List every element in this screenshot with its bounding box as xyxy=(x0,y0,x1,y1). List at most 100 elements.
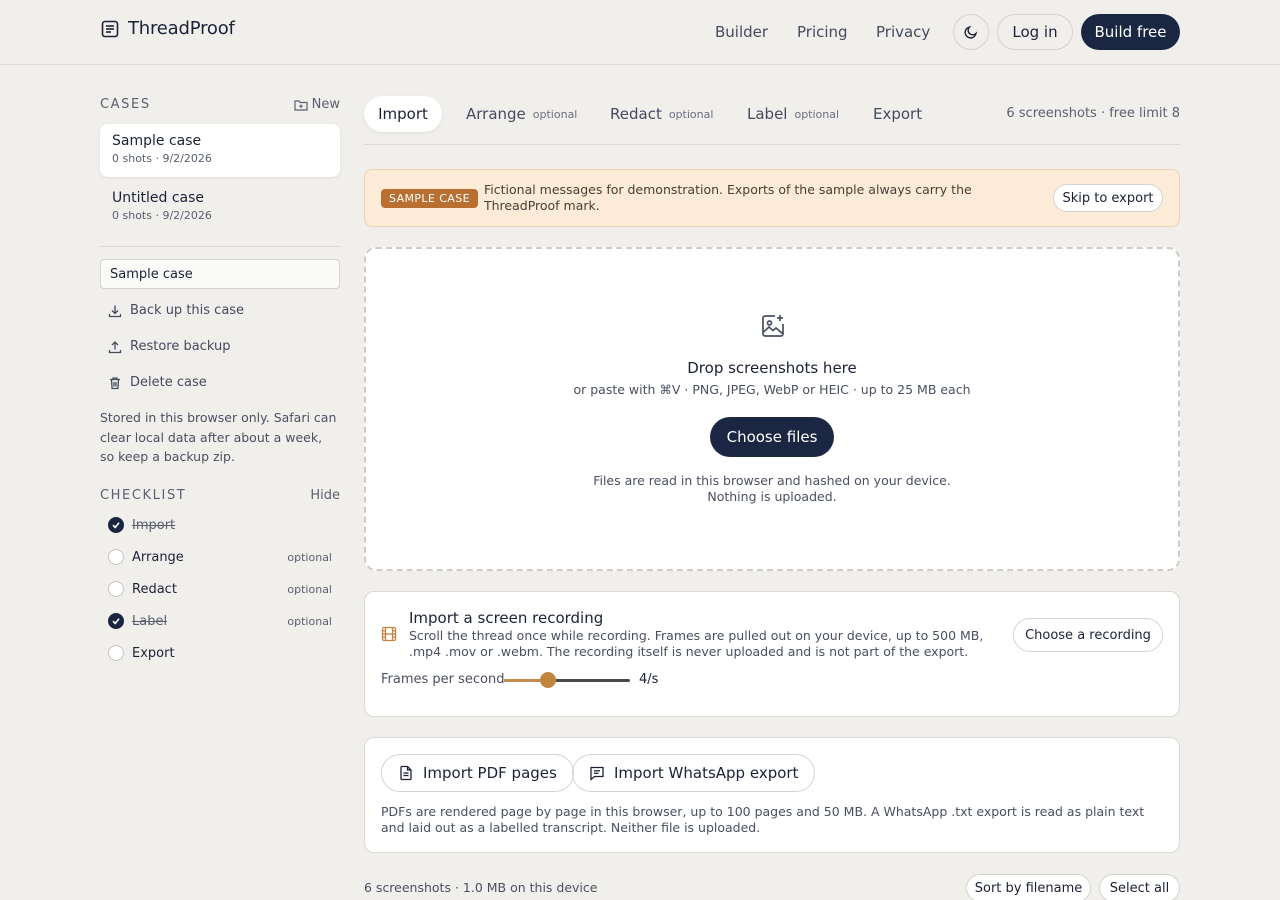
choose-files-button[interactable]: Choose files xyxy=(710,417,834,457)
checklist-item-arrange[interactable]: Arrange optional xyxy=(108,548,332,566)
document-list-icon xyxy=(100,19,120,39)
checklist-optional: optional xyxy=(287,550,332,564)
dropzone-privacy-note: Files are read in this browser and hashe… xyxy=(366,473,1178,505)
choose-recording-button[interactable]: Choose a recording xyxy=(1013,618,1163,652)
checklist-optional: optional xyxy=(287,582,332,596)
checklist-item-import[interactable]: Import xyxy=(108,516,332,534)
upload-icon xyxy=(108,340,122,354)
sidebar-divider xyxy=(100,246,340,247)
other-imports-card: Import PDF pages Import WhatsApp export … xyxy=(364,737,1180,853)
film-icon xyxy=(381,626,397,642)
delete-case-label: Delete case xyxy=(130,375,207,390)
select-all-button[interactable]: Select all xyxy=(1099,874,1180,900)
tab-label-step[interactable]: Label optional xyxy=(747,96,839,132)
dropzone-note-line2: Nothing is uploaded. xyxy=(707,489,837,504)
import-whatsapp-button[interactable]: Import WhatsApp export xyxy=(572,754,816,792)
tab-optional: optional xyxy=(532,107,578,121)
screenshot-dropzone[interactable]: Drop screenshots here or paste with ⌘V ·… xyxy=(364,247,1180,571)
screen-recording-card: Import a screen recording Scroll the thr… xyxy=(364,591,1180,717)
dropzone-title: Drop screenshots here xyxy=(687,359,857,377)
case-name-input[interactable] xyxy=(100,259,340,289)
empty-circle-icon xyxy=(108,581,124,597)
checklist-item-label[interactable]: Label optional xyxy=(108,612,332,630)
new-case-button[interactable]: New xyxy=(294,97,340,112)
tab-label: Export xyxy=(873,105,923,123)
build-free-button[interactable]: Build free xyxy=(1081,14,1180,50)
tab-arrange[interactable]: Arrange optional xyxy=(466,96,577,132)
case-meta: 0 shots · 9/2/2026 xyxy=(112,152,212,165)
import-pdf-button[interactable]: Import PDF pages xyxy=(381,754,574,792)
slider-thumb[interactable] xyxy=(540,672,556,688)
moon-icon xyxy=(963,24,979,40)
tab-label: Import xyxy=(378,105,428,123)
storage-note: Stored in this browser only. Safari can … xyxy=(100,410,337,464)
checkmark-icon xyxy=(108,613,124,629)
backup-case-button[interactable]: Back up this case xyxy=(108,303,244,318)
tab-label: Redact xyxy=(610,105,662,123)
recording-title: Import a screen recording xyxy=(409,609,604,627)
theme-toggle-button[interactable] xyxy=(953,14,989,50)
checklist-optional: optional xyxy=(287,614,332,628)
checklist-label: Arrange xyxy=(132,549,184,565)
nav-builder[interactable]: Builder xyxy=(715,23,768,41)
checklist-label: Redact xyxy=(132,581,177,597)
empty-circle-icon xyxy=(108,549,124,565)
tab-optional: optional xyxy=(794,107,840,121)
checklist-heading: CHECKLIST xyxy=(100,488,187,503)
checklist-label: Import xyxy=(132,517,176,533)
case-item-sample[interactable]: Sample case 0 shots · 9/2/2026 xyxy=(100,124,340,177)
new-case-label: New xyxy=(311,97,340,112)
folder-plus-icon xyxy=(294,99,308,111)
login-button[interactable]: Log in xyxy=(997,14,1073,50)
checklist-label: Export xyxy=(132,645,175,661)
sample-case-badge: SAMPLE CASE xyxy=(381,189,478,208)
backup-case-label: Back up this case xyxy=(130,303,245,318)
tab-export[interactable]: Export xyxy=(873,96,922,132)
case-item-untitled[interactable]: Untitled case 0 shots · 9/2/2026 xyxy=(100,181,340,234)
brand-logo[interactable]: ThreadProof xyxy=(100,18,235,39)
screenshots-storage-count: 6 screenshots · 1.0 MB on this device xyxy=(364,880,598,895)
message-square-icon xyxy=(589,765,605,781)
tabs-divider xyxy=(364,144,1180,145)
case-name: Untitled case xyxy=(112,190,205,206)
fps-value: 4/s xyxy=(639,672,659,687)
trash-icon xyxy=(108,376,122,390)
cases-heading: CASES xyxy=(100,97,151,112)
restore-backup-button[interactable]: Restore backup xyxy=(108,339,230,354)
sort-by-filename-button[interactable]: Sort by filename xyxy=(966,874,1091,900)
fps-label: Frames per second xyxy=(381,672,505,687)
recording-description: Scroll the thread once while recording. … xyxy=(409,628,984,659)
import-pdf-label: Import PDF pages xyxy=(423,764,557,782)
nav-pricing[interactable]: Pricing xyxy=(797,23,848,41)
checklist-item-redact[interactable]: Redact optional xyxy=(108,580,332,598)
tab-import[interactable]: Import xyxy=(364,96,442,132)
file-text-icon xyxy=(398,765,414,781)
checklist-label: Label xyxy=(132,613,168,629)
imports-note: PDFs are rendered page by page in this b… xyxy=(381,804,1145,835)
case-name: Sample case xyxy=(112,133,202,149)
case-meta: 0 shots · 9/2/2026 xyxy=(112,209,212,222)
sample-banner-text: Fictional messages for demonstration. Ex… xyxy=(484,182,972,213)
download-icon xyxy=(108,304,122,318)
tab-label: Label xyxy=(747,105,788,123)
nav-privacy[interactable]: Privacy xyxy=(876,23,930,41)
checklist-hide-button[interactable]: Hide xyxy=(310,488,340,503)
brand-name: ThreadProof xyxy=(128,18,235,39)
import-whatsapp-label: Import WhatsApp export xyxy=(614,764,799,782)
image-plus-icon xyxy=(760,313,786,339)
checklist-item-export[interactable]: Export xyxy=(108,644,332,662)
tab-label: Arrange xyxy=(466,105,526,123)
sample-case-banner: SAMPLE CASE Fictional messages for demon… xyxy=(364,169,1180,227)
skip-to-export-button[interactable]: Skip to export xyxy=(1053,184,1163,212)
delete-case-button[interactable]: Delete case xyxy=(108,375,207,390)
top-header: ThreadProof Builder Pricing Privacy Log … xyxy=(0,0,1280,65)
checkmark-icon xyxy=(108,517,124,533)
dropzone-note-line1: Files are read in this browser and hashe… xyxy=(593,473,951,488)
screenshot-limit-count: 6 screenshots · free limit 8 xyxy=(1006,106,1180,121)
empty-circle-icon xyxy=(108,645,124,661)
tab-redact[interactable]: Redact optional xyxy=(610,96,713,132)
restore-backup-label: Restore backup xyxy=(130,339,231,354)
fps-slider[interactable] xyxy=(504,672,630,688)
tab-optional: optional xyxy=(668,107,714,121)
dropzone-subtitle: or paste with ⌘V · PNG, JPEG, WebP or HE… xyxy=(573,382,971,397)
